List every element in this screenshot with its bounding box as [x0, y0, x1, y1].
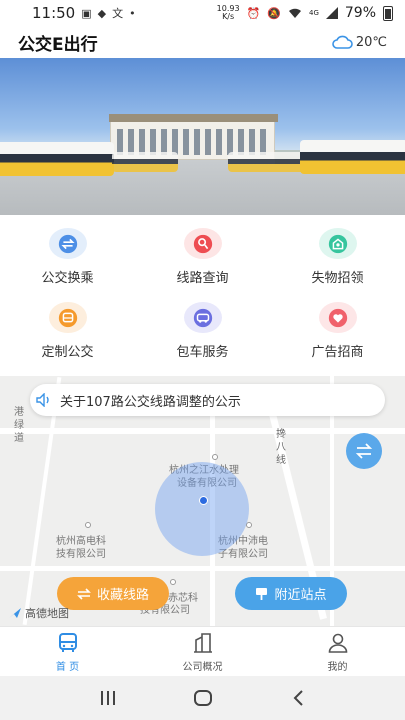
shortcut-label: 公交换乘 [41, 271, 94, 286]
back-button[interactable] [278, 683, 318, 713]
amap-logo: 高德地图 [8, 605, 69, 621]
tab-company[interactable]: 公司概况 [135, 627, 270, 676]
tab-home[interactable]: 首 页 [0, 627, 135, 676]
banner-image[interactable] [0, 58, 405, 215]
recent-apps-button[interactable] [88, 683, 128, 713]
cloud-icon [332, 35, 353, 49]
bus-right-row [228, 152, 304, 172]
company-building-icon [193, 632, 212, 653]
bottom-tab-bar: 首 页 公司概况 我的 [0, 626, 405, 676]
shortcut-label: 线路查询 [176, 271, 229, 286]
shortcut-grid: 公交换乘 线路查询 失物招领 定制公交 包车服务 广告招商 [0, 228, 405, 360]
shortcut-lost-found[interactable]: 失物招领 [270, 228, 405, 286]
map-road-label: 搀八线 [276, 429, 286, 466]
app-notification-icon: ◆ [97, 6, 107, 20]
tab-label: 我的 [327, 661, 348, 673]
shortcut-transfer[interactable]: 公交换乘 [0, 228, 135, 286]
map-poi-dot [85, 522, 91, 528]
recent-apps-icon [100, 691, 115, 705]
speaker-icon [36, 393, 49, 407]
app-title: 公交E出行 [18, 34, 98, 55]
map-road [0, 428, 405, 434]
back-chevron-icon [293, 690, 303, 706]
my-location-dot [199, 496, 208, 505]
home-button[interactable] [183, 683, 223, 713]
weather-widget[interactable]: 20℃ [331, 34, 387, 50]
notice-bar[interactable]: 关于107路公交线路调整的公示 [30, 384, 385, 416]
map-poi-dot [212, 454, 218, 460]
network-type: 4G [308, 9, 319, 17]
temperature: 20℃ [355, 34, 387, 50]
gallery-icon: ▣ [81, 6, 92, 20]
shortcut-charter-bus[interactable]: 包车服务 [135, 302, 270, 360]
custom-bus-icon [48, 302, 87, 333]
battery-icon [383, 5, 393, 21]
alarm-icon: ⏰ [246, 6, 261, 20]
mute-icon: 🔕 [267, 6, 281, 20]
wifi-icon [288, 8, 301, 18]
bus-stop-icon [256, 587, 268, 600]
app-screen: 11:50 ▣ ◆ 文 • 10.93 K/s ⏰ 🔕 4G 79% 公交E出行… [0, 0, 405, 720]
swap-arrows-icon [355, 443, 373, 459]
favorite-routes-button[interactable]: 收藏线路 [57, 577, 169, 610]
signal-icon [325, 7, 338, 19]
app-header: 公交E出行 20℃ [0, 26, 405, 58]
status-right: 10.93 K/s ⏰ 🔕 4G 79% [217, 5, 393, 21]
bus-left-row [112, 152, 178, 172]
transfer-icon [48, 228, 87, 259]
status-time: 11:50 [32, 4, 76, 22]
nearby-stops-label: 附近站点 [274, 588, 327, 603]
swap-button[interactable] [346, 433, 382, 469]
bus-left-front [0, 142, 114, 176]
map-poi-dot [170, 579, 176, 585]
tab-mine[interactable]: 我的 [270, 627, 405, 676]
tab-label: 首 页 [55, 661, 80, 673]
translate-icon: 文 [112, 7, 124, 20]
map-road-label: 港绿道 [14, 407, 24, 444]
system-nav-bar [0, 676, 405, 720]
building-roof [109, 114, 278, 122]
map-poi-label: 子有限公司 [218, 549, 268, 560]
amap-logo-text: 高德地图 [25, 607, 69, 620]
advert-heart-icon [318, 302, 357, 333]
swap-icon [77, 587, 91, 600]
amap-arrow-icon [9, 608, 21, 618]
dot-icon: • [129, 6, 136, 20]
shortcut-custom-bus[interactable]: 定制公交 [0, 302, 135, 360]
map-poi-label: 技有限公司 [56, 549, 106, 560]
bus-icon [58, 632, 77, 652]
location-accuracy-circle [155, 462, 249, 556]
tab-label: 公司概况 [182, 661, 223, 673]
person-icon [328, 633, 347, 653]
speed-unit: K/s [222, 12, 235, 21]
route-search-icon [183, 228, 222, 259]
map-poi-label: 杭州高电科 [56, 536, 106, 547]
shortcut-label: 广告招商 [311, 345, 364, 360]
status-left: 11:50 ▣ ◆ 文 • [32, 4, 136, 22]
shortcut-advertising[interactable]: 广告招商 [270, 302, 405, 360]
favorite-routes-label: 收藏线路 [96, 588, 149, 603]
shortcut-label: 包车服务 [176, 345, 229, 360]
notice-text: 关于107路公交线路调整的公示 [60, 394, 241, 410]
shortcut-label: 失物招领 [311, 271, 364, 286]
network-speed: 10.93 K/s [217, 5, 240, 21]
lost-found-icon [318, 228, 357, 259]
battery-percent: 79% [344, 5, 376, 21]
bus-right-front [300, 140, 405, 174]
nearby-stops-button[interactable]: 附近站点 [235, 577, 347, 610]
map-view[interactable]: 港绿道 搀八线 杭州之江水处理 设备有限公司 杭州高电科 技有限公司 杭州中沛电… [0, 376, 405, 626]
map-road [0, 566, 405, 571]
home-circle-icon [193, 690, 212, 706]
status-bar: 11:50 ▣ ◆ 文 • 10.93 K/s ⏰ 🔕 4G 79% [0, 0, 405, 26]
shortcut-label: 定制公交 [41, 345, 94, 360]
shortcut-route-search[interactable]: 线路查询 [135, 228, 270, 286]
charter-bus-icon [183, 302, 222, 333]
